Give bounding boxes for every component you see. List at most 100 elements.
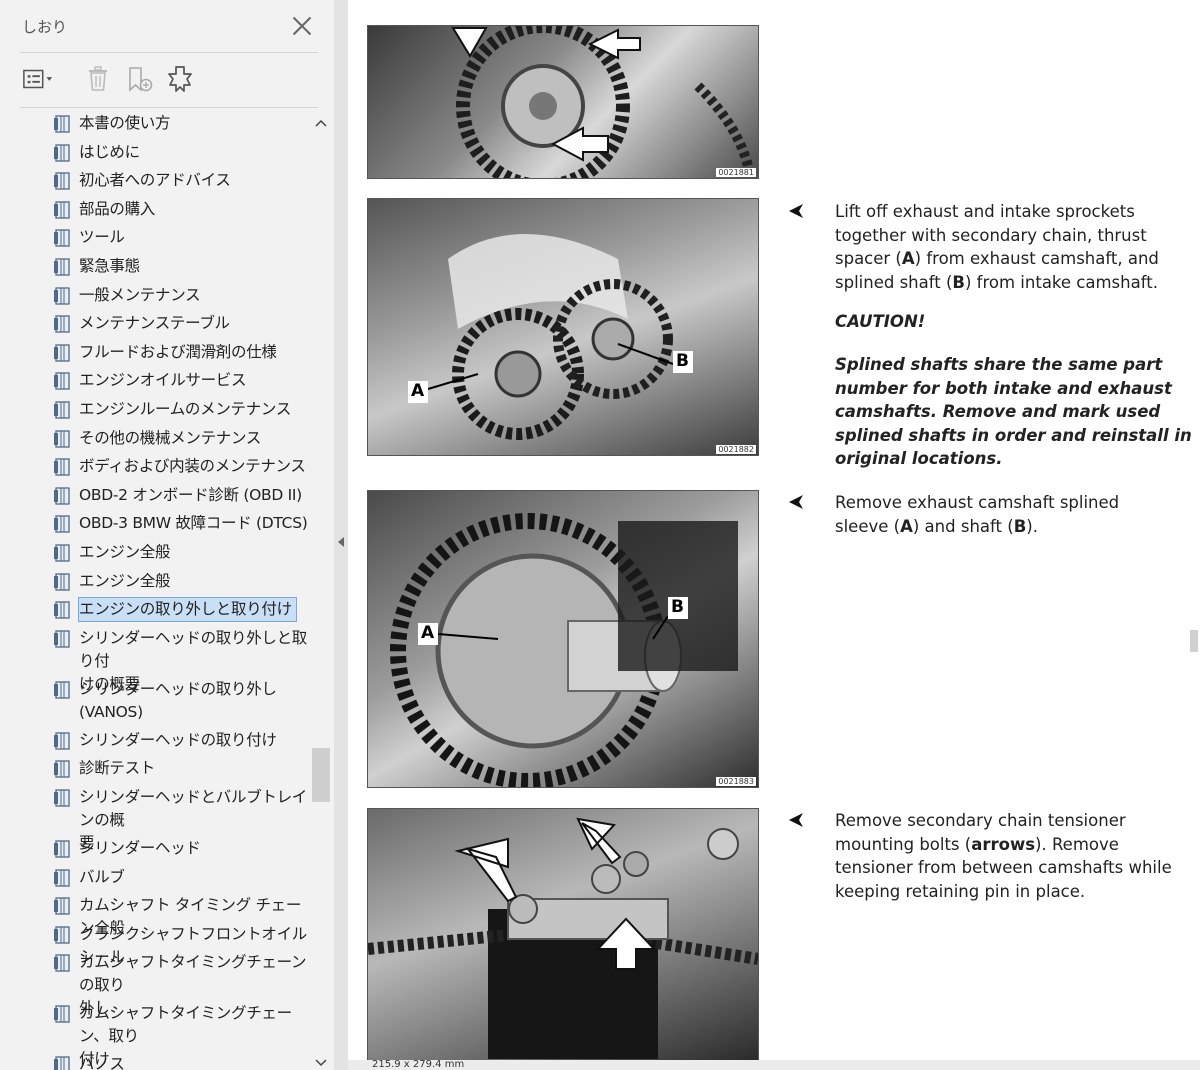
bookmark-item[interactable]: バルブ: [52, 866, 310, 889]
bookmark-icon: [54, 229, 70, 248]
bookmark-icon: [54, 601, 70, 619]
bookmark-icon: [54, 487, 70, 505]
page-size-readout: 215.9 x 279.4 mm: [372, 1059, 465, 1070]
bookmark-icon: [54, 926, 70, 944]
bookmark-label: シリンダーヘッドの取り外し (VANOS): [79, 679, 277, 721]
bookmark-item[interactable]: ツール: [52, 226, 310, 249]
bookmark-icon: [54, 572, 70, 591]
bookmark-label: 緊急事態: [79, 257, 140, 275]
callout-b: B: [676, 351, 689, 371]
list-options-icon: [23, 69, 53, 89]
bookmark-label: ツール: [79, 228, 125, 247]
bookmark-item[interactable]: 緊急事態: [52, 255, 310, 278]
bookmark-icon: [54, 372, 70, 391]
chevron-up-icon[interactable]: [314, 118, 328, 128]
bookmark-item[interactable]: エンジンルームのメンテナンス: [52, 398, 310, 421]
bookmark-label: ボディおよび内装のメンテナンス: [79, 457, 306, 476]
bookmark-item[interactable]: シリンダーヘッドの取り付け: [52, 729, 310, 752]
bookmark-item[interactable]: エンジンオイルサービス: [52, 369, 310, 392]
bookmark-label: その他の機械メンテナンス: [79, 428, 262, 447]
bookmark-item[interactable]: OBD-2 オンボード診断 (OBD II): [52, 484, 310, 507]
bookmark-label: はじめに: [79, 142, 140, 161]
bookmark-tag-button[interactable]: [164, 64, 196, 94]
callout-b: B: [671, 597, 684, 617]
bookmark-item[interactable]: エンジンの取り外しと取り付け: [52, 597, 310, 623]
bookmark-icon: [54, 630, 70, 648]
bookmark-item[interactable]: バノス: [52, 1053, 310, 1070]
bookmark-label: OBD-3 BMW 故障コード (DTCS): [79, 514, 308, 533]
bookmark-icon: [54, 681, 70, 699]
bookmark-item[interactable]: シリンダーヘッド: [52, 837, 310, 860]
bookmark-item[interactable]: 部品の購入: [52, 198, 310, 221]
divider: [20, 52, 318, 53]
bookmark-icon: [54, 954, 70, 973]
bookmark-icon: [54, 143, 70, 162]
document-scroll-thumb[interactable]: [1190, 630, 1198, 652]
bookmark-label: OBD-2 オンボード診断 (OBD II): [79, 485, 302, 504]
bookmark-label: フルードおよび潤滑剤の仕様: [79, 342, 277, 361]
collapse-arrow-icon[interactable]: [336, 536, 346, 548]
bookmark-label: メンテナンステーブル: [79, 314, 230, 333]
step-arrow-icon: [789, 813, 803, 827]
sidebar-scrollbar[interactable]: [310, 108, 334, 1070]
options-menu-button[interactable]: [22, 64, 54, 94]
bookmark-icon: [54, 286, 70, 305]
photo-sprocket-arrows: 0021881: [367, 25, 759, 179]
step-arrow-icon: [789, 204, 803, 218]
bookmark-label: シリンダーヘッド: [79, 839, 201, 857]
bookmark-item[interactable]: エンジン全般: [52, 541, 310, 564]
bookmark-icon: [54, 258, 70, 276]
bookmark-item[interactable]: エンジン全般: [52, 570, 310, 593]
bookmark-icon: [54, 1056, 70, 1070]
bookmark-label: エンジン全般: [79, 543, 171, 561]
bookmark-item[interactable]: はじめに: [52, 141, 310, 164]
bookmark-item[interactable]: メンテナンステーブル: [52, 312, 310, 335]
scroll-thumb[interactable]: [312, 748, 330, 802]
callout-a: A: [421, 623, 435, 643]
callout-a: A: [411, 381, 425, 401]
bookmark-icon: [54, 760, 70, 779]
bookmark-label: 初心者へのアドバイス: [79, 171, 231, 190]
bookmark-item[interactable]: シリンダーヘッドの取り外し (VANOS): [52, 678, 310, 724]
close-icon[interactable]: [288, 12, 316, 40]
bookmark-icon: [54, 429, 70, 448]
bookmark-label: エンジンオイルサービス: [79, 371, 247, 390]
bookmark-icon: [54, 344, 70, 362]
step-1-text: Lift off exhaust and intake sprockets to…: [835, 202, 1159, 292]
bookmark-item[interactable]: 診断テスト: [52, 757, 310, 780]
photo-chain-tensioner: [367, 808, 759, 1061]
bookmark-item[interactable]: OBD-3 BMW 故障コード (DTCS): [52, 512, 310, 535]
chevron-down-icon[interactable]: [314, 1058, 328, 1068]
bookmark-item[interactable]: その他の機械メンテナンス: [52, 427, 310, 450]
bookmark-icon: [54, 201, 70, 219]
bookmark-icon: [54, 868, 70, 887]
new-bookmark-button[interactable]: [124, 64, 156, 94]
bookmark-label: バルブ: [79, 867, 125, 886]
bookmark-label: 診断テスト: [79, 759, 156, 778]
bookmarks-panel: しおり 本書の使い方はじめに初心者へのアドバイス 部品の購入ツール緊急事態一般メン…: [0, 0, 334, 1070]
step-3-text: Remove secondary chain tensioner mountin…: [835, 811, 1172, 901]
panel-title: しおり: [22, 18, 68, 36]
add-bookmark-icon: [129, 67, 153, 92]
document-page: 0021881 A B 0021882 A B 0021883 Lift off…: [348, 0, 1200, 1061]
photo-splined-sleeve: A B 0021883: [367, 490, 759, 788]
bookmark-item[interactable]: 本書の使い方: [52, 112, 310, 135]
photo-number: 0021882: [716, 445, 756, 454]
bookmark-item[interactable]: ボディおよび内装のメンテナンス: [52, 455, 310, 478]
bookmark-tree: 本書の使い方はじめに初心者へのアドバイス 部品の購入ツール緊急事態一般メンテナンス…: [0, 108, 310, 1070]
panel-splitter[interactable]: [334, 0, 348, 1070]
bookmark-label: 一般メンテナンス: [79, 285, 201, 304]
status-bar: 215.9 x 279.4 mm: [348, 1059, 1200, 1070]
bookmark-label: 部品の購入: [79, 199, 156, 218]
bookmark-icon: [54, 1005, 70, 1024]
delete-bookmark-button[interactable]: [82, 64, 114, 94]
caution-title: CAUTION!: [835, 312, 926, 331]
bookmark-icon: [54, 315, 70, 333]
step-2-text: Remove exhaust camshaft splined sleeve (…: [835, 493, 1120, 536]
bookmark-item[interactable]: フルードおよび潤滑剤の仕様: [52, 341, 310, 364]
bookmark-icon: [54, 789, 70, 807]
bookmark-item[interactable]: 一般メンテナンス: [52, 284, 310, 307]
bookmark-icon: [54, 458, 70, 476]
photo-sprockets-lift: A B 0021882: [367, 198, 759, 456]
bookmark-item[interactable]: 初心者へのアドバイス: [52, 169, 310, 192]
